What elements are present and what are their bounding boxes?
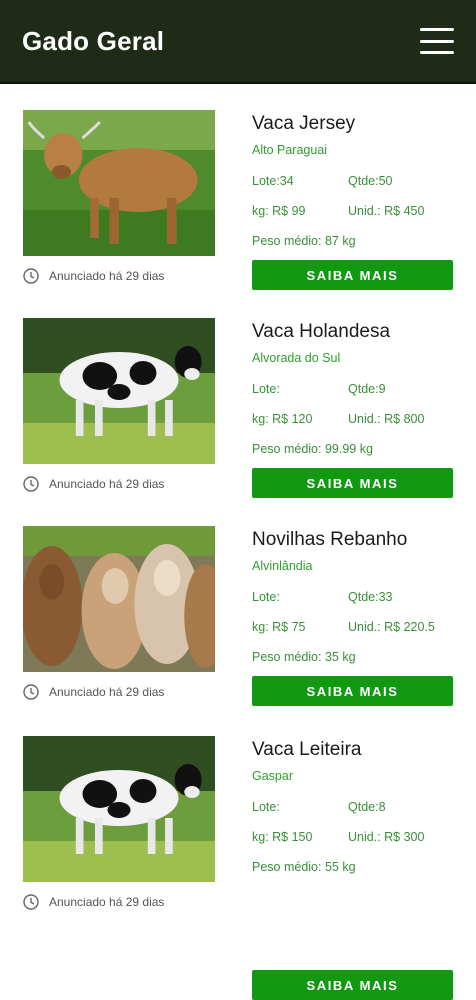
lot-qty-row: Lote: Qtde:33 <box>252 582 453 612</box>
app-title: Gado Geral <box>22 25 165 56</box>
clock-icon <box>23 476 39 492</box>
quantity-value: Qtde:8 <box>348 800 386 814</box>
clock-icon <box>23 684 39 700</box>
listing-card: Anunciado há 29 dias Vaca Leiteira Gaspa… <box>0 736 476 1000</box>
quantity-value: Qtde:50 <box>348 174 393 188</box>
heifer-herd-photo[interactable] <box>23 526 215 672</box>
price-per-kg: kg: R$ 99 <box>252 204 306 218</box>
listing-card: Anunciado há 29 dias Vaca Jersey Alto Pa… <box>0 110 476 310</box>
listing-title[interactable]: Novilhas Rebanho <box>252 526 453 554</box>
price-per-kg: kg: R$ 150 <box>252 830 313 844</box>
price-row: kg: R$ 75 Unid.: R$ 220.5 <box>252 612 453 642</box>
lot-qty-row: Lote:34 Qtde:50 <box>252 166 453 196</box>
posted-date: Anunciado há 29 dias <box>23 894 164 910</box>
price-per-unit: Unid.: R$ 220.5 <box>348 620 435 634</box>
average-weight: Peso médio: 99.99 kg <box>252 442 373 456</box>
clock-icon <box>23 894 39 910</box>
listing-info: Vaca Leiteira Gaspar Lote: Qtde:8 kg: R$… <box>252 736 453 882</box>
holstein-cow-photo[interactable] <box>23 736 215 882</box>
lot-value: Lote:34 <box>252 174 294 188</box>
listing-title[interactable]: Vaca Jersey <box>252 110 453 138</box>
posted-text: Anunciado há 29 dias <box>49 477 165 491</box>
menu-line <box>420 28 454 31</box>
listing-info: Vaca Holandesa Alvorada do Sul Lote: Qtd… <box>252 318 453 464</box>
posted-text: Anunciado há 29 dias <box>49 269 165 283</box>
price-per-kg: kg: R$ 120 <box>252 412 313 426</box>
clock-icon <box>23 268 39 284</box>
average-weight: Peso médio: 87 kg <box>252 234 356 248</box>
posted-text: Anunciado há 29 dias <box>49 685 165 699</box>
lot-value: Lote: <box>252 590 280 604</box>
price-row: kg: R$ 120 Unid.: R$ 800 <box>252 404 453 434</box>
jersey-cow-photo[interactable] <box>23 110 215 256</box>
price-row: kg: R$ 99 Unid.: R$ 450 <box>252 196 453 226</box>
listing-city: Alto Paraguai <box>252 143 328 157</box>
listing-city: Gaspar <box>252 769 293 783</box>
listing-card: Anunciado há 29 dias Vaca Holandesa Alvo… <box>0 318 476 518</box>
listing-title[interactable]: Vaca Holandesa <box>252 318 453 346</box>
price-per-kg: kg: R$ 75 <box>252 620 306 634</box>
quantity-value: Qtde:9 <box>348 382 386 396</box>
price-per-unit: Unid.: R$ 800 <box>348 412 425 426</box>
saiba-mais-button[interactable]: SAIBA MAIS <box>252 676 453 706</box>
quantity-value: Qtde:33 <box>348 590 393 604</box>
menu-line <box>420 39 454 43</box>
posted-date: Anunciado há 29 dias <box>23 476 164 492</box>
lot-value: Lote: <box>252 800 280 814</box>
listing-city: Alvinlândia <box>252 559 313 573</box>
posted-text: Anunciado há 29 dias <box>49 895 165 909</box>
menu-line <box>420 51 454 54</box>
saiba-mais-button[interactable]: SAIBA MAIS <box>252 468 453 498</box>
listing-info: Vaca Jersey Alto Paraguai Lote:34 Qtde:5… <box>252 110 453 256</box>
posted-date: Anunciado há 29 dias <box>23 684 164 700</box>
lot-qty-row: Lote: Qtde:9 <box>252 374 453 404</box>
listing-city: Alvorada do Sul <box>252 351 341 365</box>
price-row: kg: R$ 150 Unid.: R$ 300 <box>252 822 453 852</box>
posted-date: Anunciado há 29 dias <box>23 268 164 284</box>
average-weight: Peso médio: 55 kg <box>252 860 356 874</box>
saiba-mais-button[interactable]: SAIBA MAIS <box>252 970 453 1000</box>
lot-value: Lote: <box>252 382 280 396</box>
listing-card: Anunciado há 29 dias Novilhas Rebanho Al… <box>0 526 476 726</box>
app-bar: Gado Geral <box>0 0 476 84</box>
hamburger-menu-icon[interactable] <box>420 28 454 54</box>
price-per-unit: Unid.: R$ 300 <box>348 830 425 844</box>
listing-title[interactable]: Vaca Leiteira <box>252 736 453 764</box>
lot-qty-row: Lote: Qtde:8 <box>252 792 453 822</box>
saiba-mais-button[interactable]: SAIBA MAIS <box>252 260 453 290</box>
price-per-unit: Unid.: R$ 450 <box>348 204 425 218</box>
listing-info: Novilhas Rebanho Alvinlândia Lote: Qtde:… <box>252 526 453 672</box>
holstein-cow-photo[interactable] <box>23 318 215 464</box>
average-weight: Peso médio: 35 kg <box>252 650 356 664</box>
